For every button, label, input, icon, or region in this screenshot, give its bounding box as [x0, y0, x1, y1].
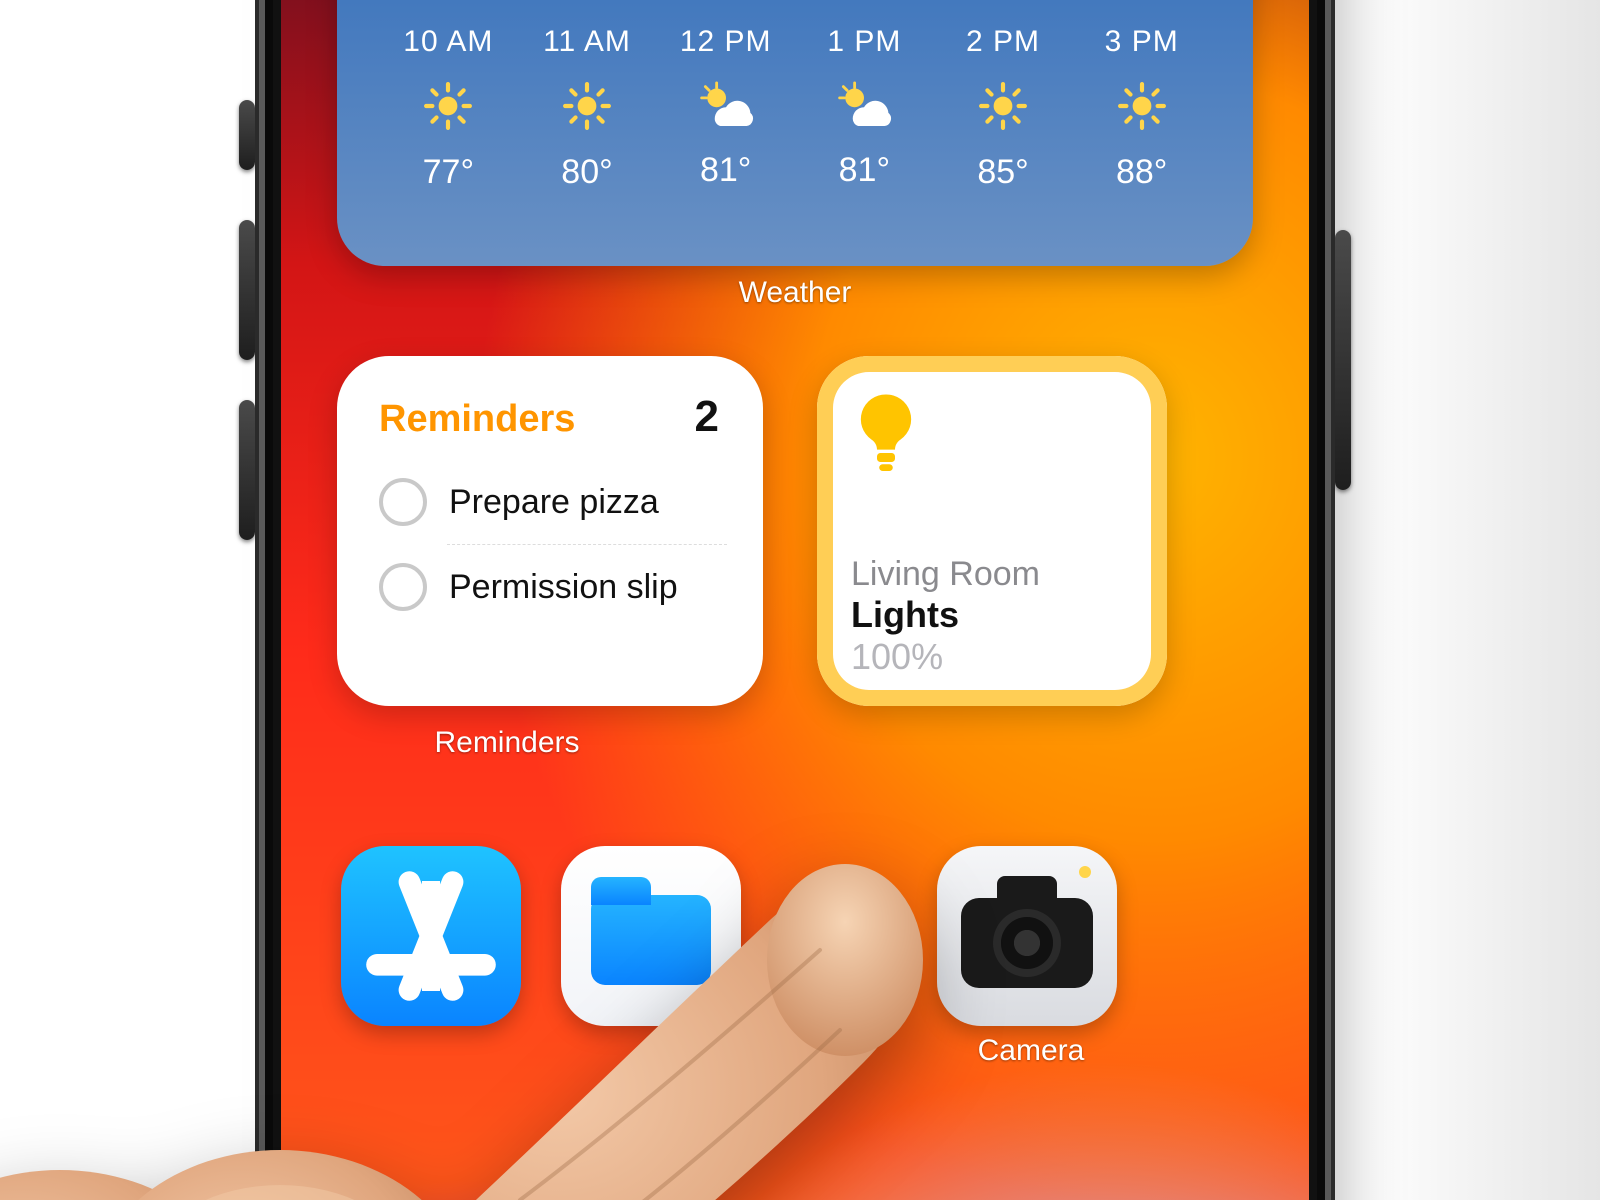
reminder-toggle-0[interactable]: [379, 478, 427, 526]
weather-hour-0-temp: 77°: [423, 153, 474, 192]
camera-app-label: Camera: [931, 1034, 1131, 1068]
sun-icon: [423, 81, 473, 131]
home-screen[interactable]: Sonoma 76° Sunny H:88° L:57° 10 AM 77°: [281, 0, 1309, 1200]
weather-hour-4-temp: 85°: [977, 153, 1028, 192]
reminder-toggle-1[interactable]: [379, 563, 427, 611]
weather-hour-1-temp: 80°: [561, 153, 612, 192]
home-room: Living Room: [851, 555, 1133, 594]
power-button[interactable]: [1335, 230, 1351, 490]
weather-hour-5-time: 3 PM: [1105, 25, 1179, 59]
app-appstore[interactable]: [341, 846, 521, 1026]
weather-hour-0-time: 10 AM: [403, 25, 493, 59]
mute-switch[interactable]: [239, 100, 255, 170]
weather-hour-3-time: 1 PM: [827, 25, 901, 59]
weather-hourly: 10 AM 77° 11 AM 80° 12 PM 81°: [385, 25, 1205, 192]
partly-cloudy-icon: [834, 81, 894, 129]
partly-cloudy-icon: [696, 81, 756, 129]
sun-icon: [562, 81, 612, 131]
weather-hour-1: 11 AM 80°: [524, 25, 651, 192]
weather-hour-2-time: 12 PM: [680, 25, 772, 59]
home-level: 100%: [851, 636, 1133, 678]
weather-hour-3: 1 PM 81°: [801, 25, 928, 192]
reminders-title: Reminders: [379, 398, 575, 441]
home-lights-widget[interactable]: Living Room Lights 100%: [817, 356, 1167, 706]
phone-frame: Sonoma 76° Sunny H:88° L:57° 10 AM 77°: [255, 0, 1335, 1200]
sun-icon: [978, 81, 1028, 131]
sun-icon: [1117, 81, 1167, 131]
weather-hour-0: 10 AM 77°: [385, 25, 512, 192]
lightbulb-icon: [851, 467, 921, 484]
weather-widget-label: Weather: [281, 276, 1309, 310]
volume-down-button[interactable]: [239, 400, 255, 540]
weather-hour-3-temp: 81°: [839, 151, 890, 190]
weather-hour-2: 12 PM 81°: [662, 25, 789, 192]
app-files[interactable]: [561, 846, 741, 1026]
home-device: Lights: [851, 594, 1133, 636]
reminder-text-0: Prepare pizza: [449, 483, 659, 522]
reminder-text-1: Permission slip: [449, 568, 678, 607]
weather-hour-1-time: 11 AM: [543, 25, 631, 59]
weather-hour-5: 3 PM 88°: [1078, 25, 1205, 192]
weather-hour-4-time: 2 PM: [966, 25, 1040, 59]
reminder-item-1[interactable]: Permission slip: [373, 545, 727, 629]
reminders-widget-label: Reminders: [337, 726, 677, 760]
weather-hour-4: 2 PM 85°: [940, 25, 1067, 192]
reminders-count: 2: [695, 392, 719, 442]
volume-up-button[interactable]: [239, 220, 255, 360]
reminders-widget[interactable]: Reminders 2 Prepare pizza Permission sli…: [337, 356, 763, 706]
app-camera[interactable]: [937, 846, 1117, 1026]
weather-hour-2-temp: 81°: [700, 151, 751, 190]
weather-widget[interactable]: Sonoma 76° Sunny H:88° L:57° 10 AM 77°: [337, 0, 1253, 266]
reminder-item-0[interactable]: Prepare pizza: [373, 460, 727, 544]
weather-hour-5-temp: 88°: [1116, 153, 1167, 192]
